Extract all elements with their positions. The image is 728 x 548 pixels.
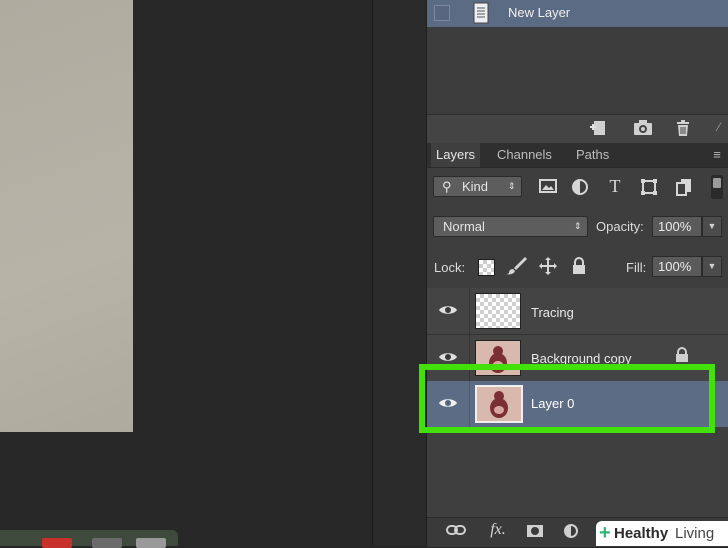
filter-toggle-switch[interactable] [711, 175, 723, 199]
tab-channels[interactable]: Channels [492, 143, 557, 167]
eye-icon [438, 303, 458, 320]
type-filter-icon[interactable]: T [605, 177, 625, 195]
highlight-callout [419, 364, 715, 433]
dock-app-icon[interactable] [92, 538, 122, 548]
trash-icon[interactable] [673, 119, 693, 140]
history-footer: ⁄ [427, 114, 728, 144]
watermark-badge: + Healthy Living [596, 521, 728, 546]
layer-row-tracing[interactable]: Tracing [427, 288, 728, 335]
layer-style-fx-icon[interactable]: fx. [485, 522, 511, 538]
updown-arrows-icon: ⇕ [508, 181, 516, 191]
lock-all-icon[interactable] [569, 257, 589, 278]
adjustment-filter-icon[interactable] [570, 178, 590, 199]
new-document-from-state-icon[interactable] [587, 119, 609, 140]
lock-transparent-pixels-icon[interactable] [478, 259, 495, 276]
dock-app-icon[interactable] [136, 538, 166, 548]
shape-filter-icon[interactable] [639, 178, 659, 199]
fill-label: Fill: [626, 260, 647, 275]
dock-app-icon[interactable] [42, 538, 72, 548]
panel-tab-bar: Layers Channels Paths ≡ [427, 143, 728, 168]
opacity-input[interactable]: 100% [652, 216, 702, 237]
add-mask-icon[interactable] [525, 524, 545, 541]
updown-arrows-icon: ⇕ [574, 221, 582, 231]
dock-strip [0, 530, 178, 548]
history-list [427, 27, 728, 114]
panel-dock-gap [372, 0, 427, 546]
resize-grip-icon[interactable]: ⁄ [712, 121, 726, 133]
new-adjustment-layer-icon[interactable] [561, 523, 581, 542]
fill-input[interactable]: 100% [652, 256, 702, 277]
plus-icon: + [599, 522, 611, 544]
image-filter-icon[interactable] [538, 178, 558, 197]
blend-mode-dropdown[interactable]: Normal ⇕ [433, 216, 588, 237]
layer-name[interactable]: Tracing [531, 305, 574, 320]
panel-menu-icon[interactable]: ≡ [709, 148, 725, 161]
history-snapshot-checkbox[interactable] [434, 5, 450, 21]
lock-position-move-icon[interactable] [537, 256, 559, 279]
opacity-label: Opacity: [596, 219, 644, 234]
document-canvas[interactable] [0, 0, 133, 432]
lock-label: Lock: [434, 260, 466, 275]
layer-filter-dropdown[interactable]: ⚲ Kind ⇕ [433, 176, 522, 197]
history-item-label: New Layer [508, 5, 571, 20]
lock-image-pixels-brush-icon[interactable] [504, 256, 528, 279]
camera-icon[interactable] [631, 119, 655, 140]
history-item[interactable]: New Layer [427, 0, 728, 27]
tab-layers[interactable]: Layers [431, 143, 481, 167]
visibility-toggle[interactable] [427, 288, 470, 334]
smart-object-filter-icon[interactable] [674, 178, 694, 199]
filter-kind-label: Kind [462, 179, 489, 194]
watermark-suffix: Living [675, 525, 715, 542]
opacity-dropdown-arrow[interactable]: ▼ [702, 216, 722, 237]
blend-mode-value: Normal [443, 219, 485, 234]
search-icon: ⚲ [442, 179, 452, 194]
layers-empty-area [427, 427, 728, 517]
watermark-brand: Healthy [614, 525, 669, 542]
fill-dropdown-arrow[interactable]: ▼ [702, 256, 722, 277]
layer-thumbnail [475, 293, 521, 329]
document-icon [471, 2, 491, 24]
filter-toggle-knob [713, 178, 721, 188]
tab-paths[interactable]: Paths [571, 143, 614, 167]
link-layers-icon[interactable] [445, 524, 467, 539]
